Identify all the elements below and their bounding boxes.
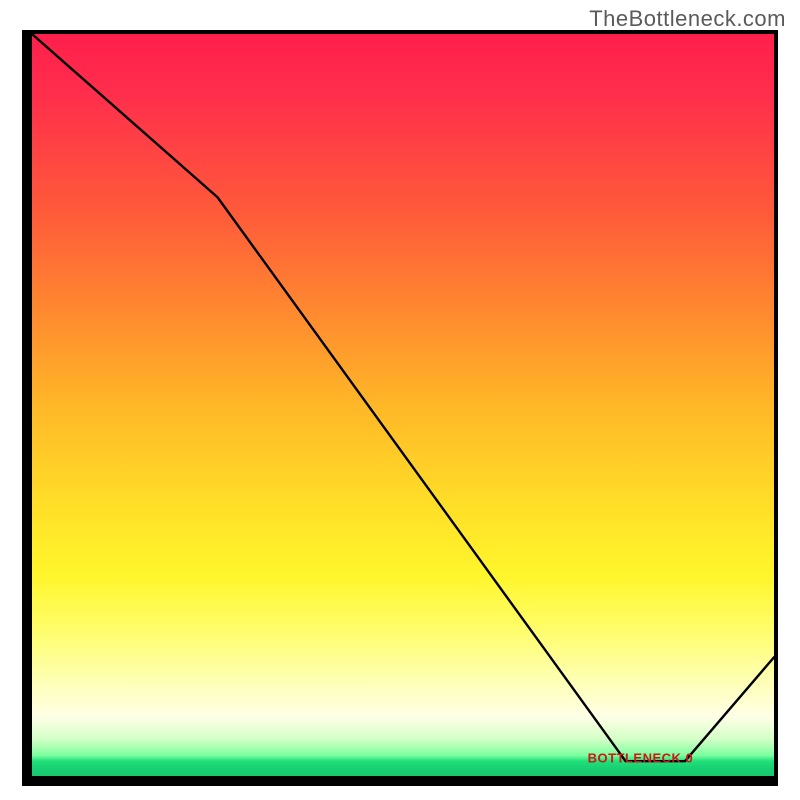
plot-svg — [32, 34, 774, 776]
bottleneck-zero-label: BOTTLENECK 0 — [588, 751, 694, 766]
chart-stage: TheBottleneck.com BOTTLENECK 0 — [0, 0, 800, 800]
bottleneck-curve-line — [32, 34, 774, 761]
plot-frame: BOTTLENECK 0 — [22, 30, 778, 786]
watermark-text: TheBottleneck.com — [589, 6, 786, 32]
